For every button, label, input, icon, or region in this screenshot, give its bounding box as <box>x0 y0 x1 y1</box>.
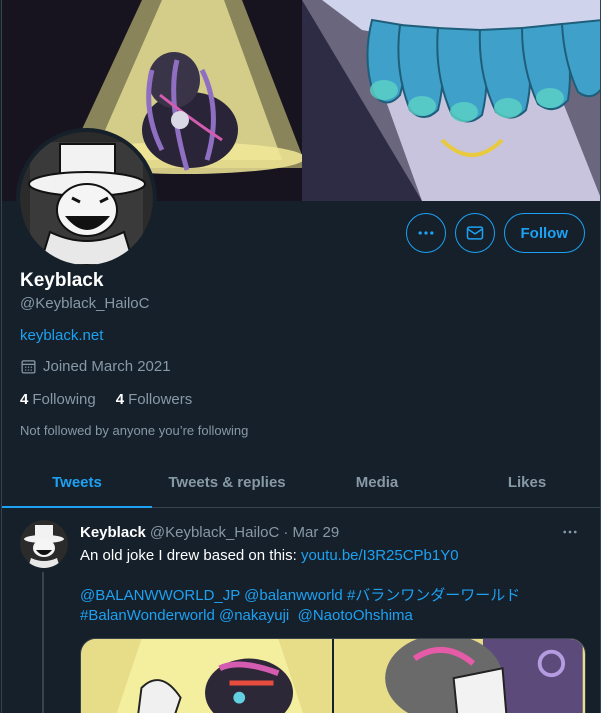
tweet-text: An old joke I drew based on this: <box>80 547 297 564</box>
following-label: Following <box>32 391 96 408</box>
profile-website-link[interactable]: keyblack.net <box>20 327 103 344</box>
tab-tweets[interactable]: Tweets <box>2 458 152 508</box>
envelope-icon <box>466 226 483 240</box>
mention-balanwworld[interactable]: @balanwworld <box>244 587 343 604</box>
tab-tweets-and-replies[interactable]: Tweets & replies <box>152 458 302 507</box>
tweet-body: An old joke I drew based on this: youtu.… <box>80 546 585 626</box>
profile-joined: Joined March 2021 <box>20 358 171 375</box>
tweet-avatar[interactable] <box>20 520 68 568</box>
more-horizontal-icon <box>418 231 433 235</box>
mention-naotoohshima[interactable]: @NaotoOhshima <box>298 607 413 624</box>
tweet-header: Keyblack @Keyblack_HailoC · Mar 29 <box>80 524 339 541</box>
profile-page: Follow Keyblack @Keyblack_HailoC keyblac… <box>1 0 601 713</box>
not-followed-notice: Not followed by anyone you’re following <box>20 423 249 438</box>
tab-likes[interactable]: Likes <box>452 458 600 507</box>
tab-media[interactable]: Media <box>302 458 452 507</box>
profile-actions: Follow <box>405 213 585 253</box>
joined-date: Joined March 2021 <box>43 358 171 375</box>
following-link[interactable]: 4 Following <box>20 391 96 408</box>
tweet-date[interactable]: · Mar 29 <box>283 524 339 541</box>
calendar-icon <box>21 360 36 374</box>
profile-stats: 4 Following 4 Followers <box>20 391 192 408</box>
hashtag-balan-jp[interactable]: #バランワンダーワールド <box>347 587 520 604</box>
followers-link[interactable]: 4 Followers <box>116 391 193 408</box>
more-options-button[interactable] <box>405 213 446 253</box>
thread-line <box>42 572 44 713</box>
tweet-link[interactable]: youtu.be/I3R25CPb1Y0 <box>301 547 459 564</box>
tweet-image-1[interactable] <box>81 639 332 713</box>
tweet-more-button[interactable] <box>558 520 582 544</box>
mention-balanwworld-jp[interactable]: @BALANWWORLD_JP <box>80 587 240 604</box>
profile-handle: @Keyblack_HailoC <box>20 295 150 312</box>
tweet-image-2[interactable] <box>334 639 585 713</box>
mention-nakayuji[interactable]: @nakayuji <box>219 607 289 624</box>
more-horizontal-icon <box>563 530 577 534</box>
followers-count: 4 <box>115 391 125 408</box>
hashtag-balanwonderworld[interactable]: #BalanWonderworld <box>80 607 215 624</box>
tweet-avatar-artwork <box>20 520 68 568</box>
following-count: 4 <box>20 391 29 408</box>
avatar-artwork <box>20 132 153 265</box>
profile-avatar[interactable] <box>16 128 157 269</box>
tweet-media[interactable] <box>80 638 586 713</box>
tweet-author-handle[interactable]: @Keyblack_HailoC <box>150 524 279 541</box>
profile-tabs: Tweets Tweets & replies Media Likes <box>2 458 600 508</box>
tweet-author-name[interactable]: Keyblack <box>80 524 146 541</box>
profile-name: Keyblack <box>20 270 104 291</box>
follow-button[interactable]: Follow <box>503 213 585 253</box>
followers-label: Followers <box>128 391 193 408</box>
message-button[interactable] <box>454 213 495 253</box>
